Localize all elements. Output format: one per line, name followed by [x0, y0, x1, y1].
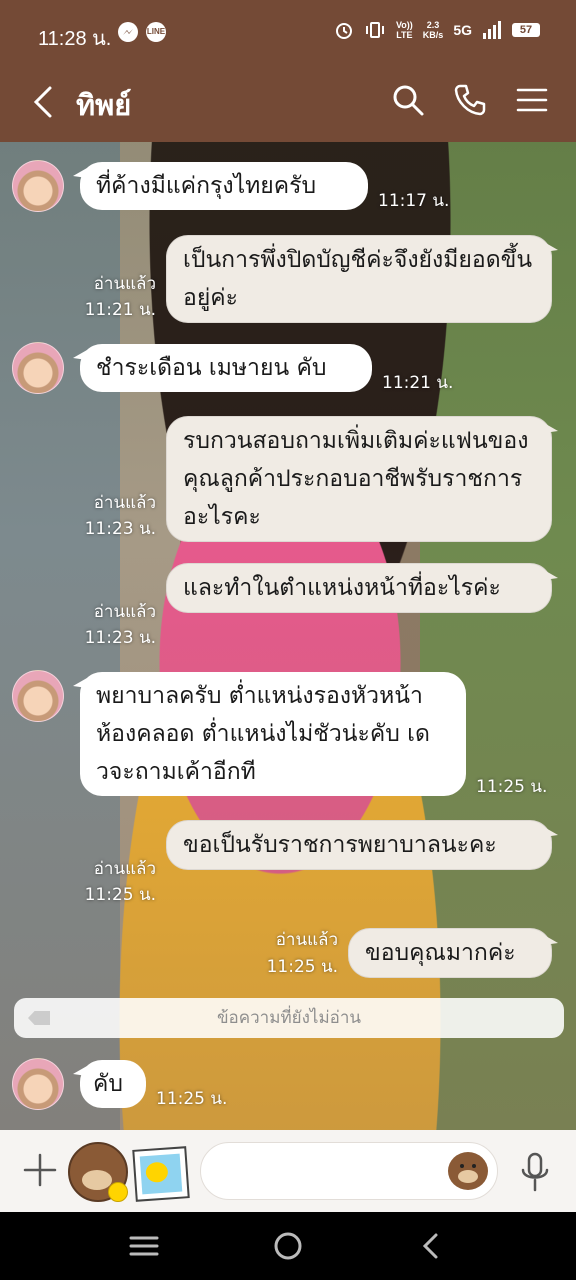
avatar[interactable] — [12, 160, 64, 212]
read-receipt: อ่านแล้ว — [93, 493, 156, 513]
message-time: 11:23 น. — [84, 628, 156, 648]
recent-apps-icon[interactable] — [124, 1226, 164, 1266]
system-nav-bar — [0, 1212, 576, 1280]
plus-icon[interactable] — [22, 1152, 58, 1188]
message-time: 11:21 น. — [382, 373, 454, 393]
search-icon[interactable] — [390, 82, 426, 118]
status-time: 11:28 น. — [38, 28, 112, 50]
avatar[interactable] — [12, 670, 64, 722]
read-receipt: อ่านแล้ว — [93, 859, 156, 879]
line-app-icon: LINE — [146, 22, 166, 42]
volte-indicator: Vo)) LTE — [395, 20, 413, 40]
status-indicators: Vo)) LTE 2.3 KB/s 5G 57 — [334, 20, 540, 40]
brown-bear-sticker-icon[interactable] — [68, 1142, 128, 1202]
network-speed: 2.3 KB/s — [422, 20, 444, 40]
message-time: 11:25 น. — [266, 957, 338, 977]
read-receipt: อ่านแล้ว — [93, 274, 156, 294]
message-time: 11:25 น. — [156, 1089, 228, 1109]
chat-title: ทิพย์ — [76, 88, 132, 122]
alarm-icon — [335, 23, 352, 39]
message-time: 11:23 น. — [84, 519, 156, 539]
sticker-album-icon[interactable] — [132, 1146, 190, 1202]
back-nav-icon[interactable] — [412, 1226, 452, 1266]
chat-header: ทิพย์ — [0, 66, 576, 142]
message-time: 11:21 น. — [84, 300, 156, 320]
signal-icon — [483, 21, 501, 39]
status-bar: 11:28 น. LINE Vo)) LTE 2.3 KB/s 5G 57 — [0, 0, 576, 66]
message-bubble-incoming[interactable]: คับ — [73, 1060, 146, 1108]
home-icon[interactable] — [268, 1226, 308, 1266]
microphone-icon[interactable] — [518, 1150, 552, 1194]
read-receipt: อ่านแล้ว — [93, 602, 156, 622]
unread-divider-label: ข้อความที่ยังไม่อ่าน — [216, 1008, 362, 1028]
avatar[interactable] — [12, 342, 64, 394]
hamburger-icon[interactable] — [514, 82, 550, 118]
message-bubble-outgoing[interactable]: เป็นการพึ่งปิดบัญชีค่ะจึงยังมียอดขึ้นอยู… — [166, 235, 558, 323]
message-bubble-outgoing[interactable]: ขอบคุณมากค่ะ — [348, 928, 558, 978]
battery-indicator: 57 — [512, 23, 540, 37]
network-type: 5G — [453, 22, 472, 38]
tag-icon — [28, 1011, 50, 1025]
message-time: 11:17 น. — [378, 191, 450, 211]
message-bubble-outgoing[interactable]: รบกวนสอบถามเพิ่มเติมค่ะแฟนของคุณลูกค้าปร… — [166, 416, 558, 542]
message-bubble-incoming[interactable]: ชำระเดือน เมษายน คับ — [73, 344, 372, 392]
chevron-left-icon[interactable] — [28, 82, 58, 122]
vibrate-icon — [365, 22, 384, 38]
chat-area[interactable]: ที่ค้างมีแค่กรุงไทยครับ 11:17 น. อ่านแล้… — [0, 142, 576, 1130]
message-input-bar — [0, 1130, 576, 1212]
messenger-icon — [118, 22, 138, 42]
unread-messages-divider: ข้อความที่ยังไม่อ่าน — [14, 998, 564, 1038]
phone-icon[interactable] — [452, 82, 488, 118]
message-bubble-outgoing[interactable]: และทำในตำแหน่งหน้าที่อะไรค่ะ — [166, 563, 558, 613]
read-receipt: อ่านแล้ว — [275, 930, 338, 950]
avatar[interactable] — [12, 1058, 64, 1110]
message-bubble-incoming[interactable]: พยาบาลครับ ต่ำแหน่งรองหัวหน้าห้องคลอด ต่… — [73, 672, 466, 796]
message-bubble-outgoing[interactable]: ขอเป็นรับราชการพยาบาลนะคะ — [166, 820, 558, 870]
emoji-bear-icon[interactable] — [448, 1152, 488, 1190]
message-time: 11:25 น. — [476, 777, 548, 797]
message-bubble-incoming[interactable]: ที่ค้างมีแค่กรุงไทยครับ — [73, 162, 368, 210]
message-time: 11:25 น. — [84, 885, 156, 905]
